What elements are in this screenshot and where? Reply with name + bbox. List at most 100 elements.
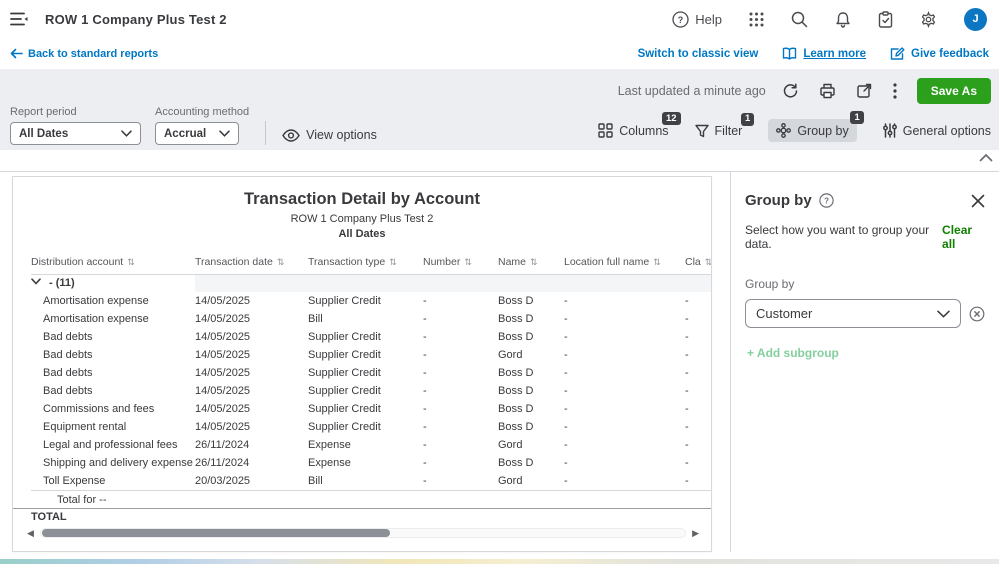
column-header[interactable]: Cla⇅ — [685, 250, 712, 274]
panel-title: Group by — [745, 192, 812, 209]
group-cell — [308, 274, 423, 292]
collapse-chevron-up-icon[interactable] — [979, 153, 993, 162]
refresh-icon[interactable] — [782, 83, 799, 99]
hamburger-menu-icon[interactable] — [10, 11, 29, 27]
report-company-subtitle: ROW 1 Company Plus Test 2 — [13, 213, 711, 225]
help-button[interactable]: ? Help — [672, 11, 722, 28]
table-cell: 14/05/2025 — [195, 382, 308, 400]
table-cell: 14/05/2025 — [195, 418, 308, 436]
column-header[interactable]: Transaction type⇅ — [308, 250, 423, 274]
table-row[interactable]: Bad debts14/05/2025Supplier Credit-Boss … — [31, 328, 712, 346]
search-icon[interactable] — [791, 11, 808, 28]
sort-icon[interactable]: ⇅ — [530, 257, 538, 267]
tasks-clipboard-icon[interactable] — [878, 11, 893, 28]
table-cell: - — [564, 346, 685, 364]
sort-icon[interactable]: ⇅ — [277, 257, 285, 267]
columns-icon — [598, 123, 613, 138]
report-title: Transaction Detail by Account — [13, 190, 711, 209]
report-table-body: - (11) Amortisation expense14/05/2025Sup… — [31, 274, 712, 490]
print-icon[interactable] — [819, 83, 836, 99]
column-header-label: Name — [498, 256, 526, 268]
settings-gear-icon[interactable] — [920, 11, 937, 28]
table-row[interactable]: Bad debts14/05/2025Supplier Credit-Boss … — [31, 382, 712, 400]
table-row[interactable]: Shipping and delivery expense26/11/2024E… — [31, 454, 712, 472]
scrollbar-thumb[interactable] — [42, 529, 390, 537]
table-row[interactable]: Legal and professional fees26/11/2024Exp… — [31, 436, 712, 454]
table-row[interactable]: Equipment rental14/05/2025Supplier Credi… — [31, 418, 712, 436]
back-to-standard-reports-link[interactable]: Back to standard reports — [10, 48, 158, 60]
table-cell: Boss D — [498, 418, 564, 436]
export-icon[interactable] — [856, 83, 873, 99]
app-grid-icon[interactable] — [749, 12, 764, 27]
add-subgroup-link[interactable]: + Add subgroup — [747, 346, 839, 360]
group-cell — [564, 274, 685, 292]
table-cell: 14/05/2025 — [195, 328, 308, 346]
table-cell: Boss D — [498, 382, 564, 400]
report-table: Distribution account⇅Transaction date⇅Tr… — [31, 250, 712, 490]
columns-button[interactable]: Columns 12 — [598, 123, 668, 138]
accounting-method-select[interactable]: Accrual — [155, 122, 239, 145]
column-header[interactable]: Name ⇅ — [498, 250, 564, 274]
give-feedback-link[interactable]: Give feedback — [890, 47, 989, 61]
save-as-button[interactable]: Save As — [917, 78, 991, 104]
general-options-button[interactable]: General options — [883, 123, 991, 138]
app-window: ROW 1 Company Plus Test 2 ? Help — [0, 0, 999, 564]
sort-icon[interactable]: ⇅ — [653, 257, 661, 267]
notifications-bell-icon[interactable] — [835, 11, 851, 28]
table-cell: Toll Expense — [31, 472, 195, 490]
table-cell: - — [423, 382, 498, 400]
chevron-down-icon[interactable] — [31, 278, 41, 285]
report-period-select[interactable]: All Dates — [10, 122, 141, 145]
column-header[interactable]: Number ⇅ — [423, 250, 498, 274]
user-avatar[interactable]: J — [964, 8, 987, 31]
table-cell: - — [564, 364, 685, 382]
report-toolbar-band: Last updated a minute ago — [0, 69, 999, 150]
more-options-kebab-icon[interactable] — [893, 83, 897, 99]
close-panel-icon[interactable] — [971, 194, 985, 208]
column-header[interactable]: Location full name ⇅ — [564, 250, 685, 274]
columns-label: Columns — [619, 124, 668, 138]
group-header-cell: - (11) — [31, 274, 195, 292]
table-cell: - — [423, 346, 498, 364]
content-area: Transaction Detail by Account ROW 1 Comp… — [0, 172, 999, 556]
group-by-button[interactable]: Group by 1 — [768, 119, 856, 142]
column-header-label: Number — [423, 256, 460, 268]
help-circle-icon[interactable]: ? — [819, 193, 834, 208]
column-header[interactable]: Transaction date ⇅ — [195, 250, 308, 274]
group-by-label: Group by — [797, 124, 848, 138]
filter-button[interactable]: Filter 1 — [695, 124, 743, 138]
group-header-row[interactable]: - (11) — [31, 274, 712, 292]
switch-to-classic-view-link[interactable]: Switch to classic view — [638, 48, 759, 60]
column-header-label: Transaction date — [195, 256, 273, 268]
sort-icon[interactable]: ⇅ — [705, 257, 712, 267]
clear-all-link[interactable]: Clear all — [942, 223, 985, 251]
table-row[interactable]: Toll Expense20/03/2025Bill-Gord-- — [31, 472, 712, 490]
sort-icon[interactable]: ⇅ — [389, 257, 397, 267]
table-row[interactable]: Amortisation expense14/05/2025Bill-Boss … — [31, 310, 712, 328]
view-options-label: View options — [306, 128, 377, 142]
remove-group-icon[interactable] — [969, 306, 985, 322]
table-row[interactable]: Amortisation expense14/05/2025Supplier C… — [31, 292, 712, 310]
scroll-left-arrow[interactable]: ◀ — [27, 529, 34, 538]
group-by-select[interactable]: Customer — [745, 299, 961, 328]
sort-icon[interactable]: ⇅ — [464, 257, 472, 267]
column-header-label: Location full name — [564, 256, 649, 268]
column-header[interactable]: Distribution account⇅ — [31, 250, 195, 274]
group-cell — [498, 274, 564, 292]
view-options-button[interactable]: View options — [282, 128, 377, 145]
scroll-right-arrow[interactable]: ▶ — [692, 529, 699, 538]
table-row[interactable]: Bad debts14/05/2025Supplier Credit-Boss … — [31, 364, 712, 382]
table-cell: 26/11/2024 — [195, 454, 308, 472]
columns-badge: 12 — [662, 112, 681, 125]
back-link-label: Back to standard reports — [28, 48, 158, 60]
table-row[interactable]: Bad debts14/05/2025Supplier Credit-Gord-… — [31, 346, 712, 364]
table-row[interactable]: Commissions and fees14/05/2025Supplier C… — [31, 400, 712, 418]
learn-more-link[interactable]: Learn more — [782, 47, 866, 60]
scrollbar-track[interactable] — [40, 528, 686, 538]
last-updated-text: Last updated a minute ago — [618, 84, 766, 98]
sort-icon[interactable]: ⇅ — [127, 257, 135, 267]
table-cell: - — [423, 418, 498, 436]
table-cell: Shipping and delivery expense — [31, 454, 195, 472]
report-period-field: Report period All Dates — [10, 106, 141, 145]
table-cell: - — [685, 382, 712, 400]
